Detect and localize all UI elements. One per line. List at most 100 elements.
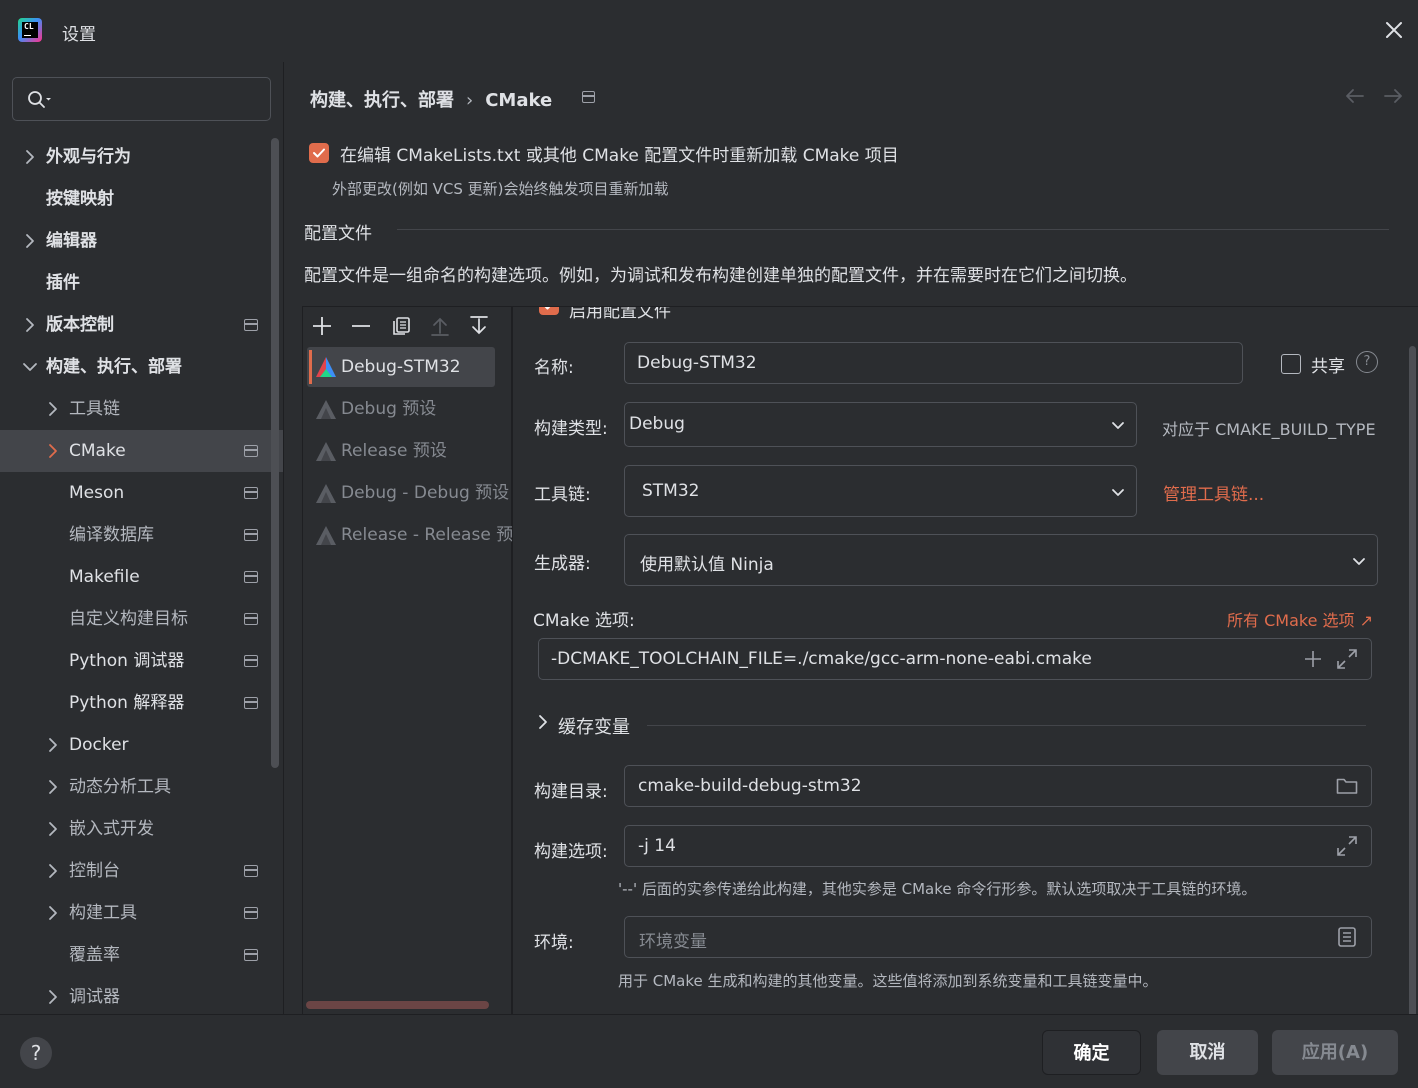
profile-name: Debug-STM32	[341, 357, 461, 377]
forward-button[interactable]	[1381, 84, 1405, 108]
tree-item[interactable]: Meson	[0, 472, 284, 514]
cache-vars-toggle[interactable]	[531, 710, 555, 734]
toolchain-dropdown[interactable]: STM32	[624, 465, 1137, 517]
add-option-button[interactable]	[1301, 647, 1325, 671]
tree-item[interactable]: 外观与行为	[0, 136, 284, 178]
enable-profile-checkbox[interactable]	[539, 307, 559, 315]
reload-cmake-checkbox[interactable]	[309, 143, 329, 163]
reload-cmake-hint: 外部更改(例如 VCS 更新)会始终触发项目重新加载	[332, 180, 669, 198]
cmake-icon	[316, 357, 336, 377]
build-dir-input[interactable]: cmake-build-debug-stm32	[624, 765, 1372, 807]
close-button[interactable]	[1380, 16, 1408, 44]
search-input[interactable]	[12, 77, 271, 121]
cmake-icon	[316, 442, 336, 461]
chevron-right-icon[interactable]	[45, 766, 61, 808]
tree-item[interactable]: 版本控制	[0, 304, 284, 346]
tree-item[interactable]: 编辑器	[0, 220, 284, 262]
chevron-right-icon[interactable]	[45, 850, 61, 892]
tree-item[interactable]: Makefile	[0, 556, 284, 598]
chevron-right-icon[interactable]	[45, 724, 61, 766]
tree-item[interactable]: 构建、执行、部署	[0, 346, 284, 388]
tree-item[interactable]: CMake	[0, 430, 283, 472]
chevron-right-icon[interactable]	[45, 976, 61, 1018]
add-profile-button[interactable]	[311, 315, 333, 337]
cmake-options-label: CMake 选项:	[533, 611, 635, 631]
tree-item[interactable]: 覆盖率	[0, 934, 284, 976]
environment-label: 环境:	[534, 933, 574, 953]
expand-field-button[interactable]	[1335, 834, 1359, 858]
chevron-right-icon[interactable]	[45, 430, 61, 472]
tree-item[interactable]: 调试器	[0, 976, 284, 1018]
profiles-horizontal-scrollbar[interactable]	[306, 1001, 489, 1009]
build-type-dropdown[interactable]: Debug	[624, 402, 1137, 447]
tree-item-label: Meson	[69, 483, 125, 503]
environment-input[interactable]: 环境变量	[624, 916, 1372, 958]
chevron-right-icon[interactable]	[22, 220, 38, 262]
remove-profile-button[interactable]	[350, 315, 372, 337]
cache-vars-label[interactable]: 缓存变量	[558, 713, 630, 739]
browse-folder-button[interactable]	[1335, 774, 1359, 798]
reload-cmake-label[interactable]: 在编辑 CMakeLists.txt 或其他 CMake 配置文件时重新加载 C…	[340, 141, 899, 166]
profile-item[interactable]: Release 预设	[307, 431, 495, 471]
enable-profile-label[interactable]: 启用配置文件	[569, 307, 671, 322]
name-label: 名称:	[534, 358, 574, 378]
help-button[interactable]: ?	[20, 1037, 52, 1069]
profile-name-input[interactable]: Debug-STM32	[624, 342, 1243, 384]
cmake-icon	[316, 400, 336, 419]
document-icon	[1338, 927, 1356, 947]
toolchain-label: 工具链:	[534, 485, 591, 505]
profile-item[interactable]: Debug-STM32	[307, 347, 495, 387]
logo-text: CL	[22, 22, 38, 38]
profile-item[interactable]: Debug - Debug 预设	[307, 473, 509, 513]
share-checkbox[interactable]	[1281, 354, 1301, 374]
move-up-button[interactable]	[429, 315, 451, 337]
tree-item[interactable]: 构建工具	[0, 892, 284, 934]
back-button[interactable]	[1343, 84, 1367, 108]
tree-item[interactable]: 编译数据库	[0, 514, 284, 556]
copy-profile-button[interactable]	[390, 315, 412, 337]
chevron-right-icon	[539, 715, 547, 729]
chevron-right-icon[interactable]	[45, 388, 61, 430]
chevron-right-icon[interactable]	[22, 304, 38, 346]
tree-item[interactable]: 动态分析工具	[0, 766, 284, 808]
modified-settings-icon	[244, 949, 258, 961]
detail-scrollbar[interactable]	[1409, 346, 1416, 1046]
tree-item[interactable]: 自定义构建目标	[0, 598, 284, 640]
profile-item[interactable]: Debug 预设	[307, 389, 495, 429]
generator-dropdown[interactable]: 使用默认值 Ninja	[624, 534, 1378, 586]
ok-button[interactable]: 确定	[1042, 1030, 1141, 1075]
share-label[interactable]: 共享	[1311, 352, 1345, 377]
tree-item[interactable]: 插件	[0, 262, 284, 304]
chevron-right-icon[interactable]	[45, 892, 61, 934]
chevron-right-icon[interactable]	[45, 808, 61, 850]
tree-item[interactable]: 按键映射	[0, 178, 284, 220]
manage-toolchains-link[interactable]: 管理工具链...	[1163, 480, 1264, 505]
environment-placeholder: 环境变量	[639, 932, 707, 952]
tree-item[interactable]: Docker	[0, 724, 284, 766]
breadcrumb-parent[interactable]: 构建、执行、部署	[310, 90, 454, 111]
profile-name: Debug - Debug 预设	[341, 483, 510, 503]
tree-item[interactable]: 控制台	[0, 850, 284, 892]
build-type-label: 构建类型:	[534, 419, 608, 439]
tree-item[interactable]: Python 调试器	[0, 640, 284, 682]
modified-settings-icon	[244, 571, 258, 583]
tree-item[interactable]: Python 解释器	[0, 682, 284, 724]
tree-item-label: 动态分析工具	[69, 777, 171, 797]
apply-button[interactable]: 应用(A)	[1272, 1030, 1398, 1075]
profile-item[interactable]: Release - Release 预	[307, 515, 513, 555]
chevron-right-icon[interactable]	[22, 136, 38, 178]
move-down-button[interactable]	[468, 315, 490, 337]
tree-scrollbar[interactable]	[271, 138, 279, 768]
all-cmake-options-link[interactable]: 所有 CMake 选项 ↗	[1227, 607, 1373, 631]
build-options-input[interactable]: -j 14	[624, 825, 1372, 867]
edit-env-button[interactable]	[1335, 925, 1359, 949]
cmake-options-input[interactable]: -DCMAKE_TOOLCHAIN_FILE=./cmake/gcc-arm-n…	[538, 638, 1372, 680]
cancel-button[interactable]: 取消	[1157, 1030, 1258, 1075]
chevron-down-icon	[1353, 558, 1365, 565]
chevron-down-icon[interactable]	[22, 346, 38, 388]
tree-item-label: 嵌入式开发	[69, 819, 154, 839]
expand-field-button[interactable]	[1335, 647, 1359, 671]
help-circle-icon[interactable]: ?	[1356, 351, 1378, 373]
tree-item[interactable]: 工具链	[0, 388, 284, 430]
tree-item[interactable]: 嵌入式开发	[0, 808, 284, 850]
